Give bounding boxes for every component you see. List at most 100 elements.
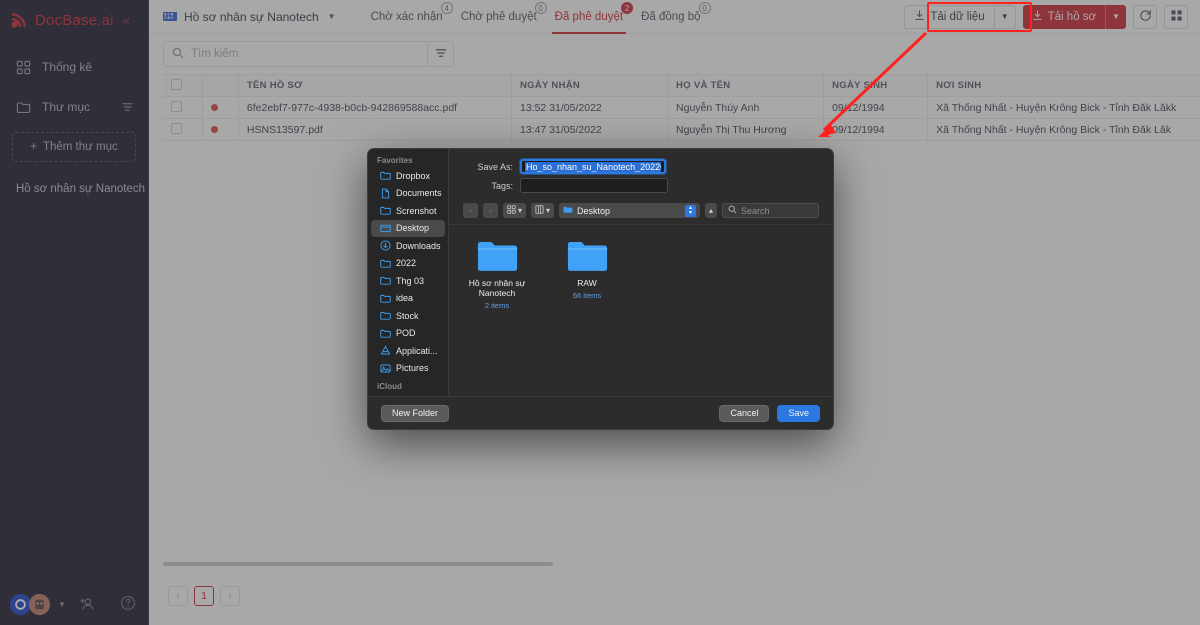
cell-ho-va-ten: Nguyễn Thị Thu Hương xyxy=(667,118,825,141)
dialog-sidebar-item-idea[interactable]: idea xyxy=(371,290,445,308)
dialog-sidebar-item-2022[interactable]: 2022 xyxy=(371,255,445,273)
avatar-primary[interactable] xyxy=(10,593,31,615)
dialog-sidebar-item-thg-03[interactable]: Thg 03 xyxy=(371,272,445,290)
download-data-main[interactable]: Tải dữ liệu xyxy=(905,6,993,28)
folder-sort-icon[interactable] xyxy=(121,101,134,114)
forward-button[interactable]: › xyxy=(483,203,498,218)
path-stepper-icon[interactable]: ▴ ▾ xyxy=(684,204,696,217)
path-dropdown[interactable]: Desktop ▴ ▾ xyxy=(559,203,700,218)
header-ho-va-ten: HỌ VÀ TÊN xyxy=(667,74,825,97)
tags-label: Tags: xyxy=(491,180,513,191)
plus-icon: + xyxy=(30,141,37,153)
pagination-next[interactable]: › xyxy=(220,586,240,606)
dialog-search-box[interactable]: Search xyxy=(722,203,819,218)
search-box[interactable] xyxy=(163,41,428,67)
favorites-heading: Favorites xyxy=(377,156,413,165)
header-select-all[interactable] xyxy=(163,74,203,97)
download-data-button[interactable]: Tải dữ liệu ▼ xyxy=(904,4,1016,29)
back-button[interactable]: ‹ xyxy=(463,203,478,218)
records-table-scroll[interactable]: TÊN HỒ SƠ NGÀY NHẬN HỌ VÀ TÊN NGÀY SINH … xyxy=(149,74,1200,141)
chevron-up-icon: ▴ xyxy=(708,206,713,215)
new-folder-button[interactable]: New Folder xyxy=(381,404,450,422)
dialog-sidebar-item-downloads[interactable]: Downloads xyxy=(371,237,445,255)
records-table: TÊN HỒ SƠ NGÀY NHẬN HỌ VÀ TÊN NGÀY SINH … xyxy=(163,74,1200,141)
folder-list-item-nanotech[interactable]: Hồ sơ nhân sự Nanotech xyxy=(0,178,148,200)
sidebar-item-thong-ke[interactable]: Thống kê xyxy=(0,50,148,84)
icloud-heading: iCloud xyxy=(377,382,402,391)
expand-button[interactable]: ▴ xyxy=(704,203,717,218)
tab-label: Chờ xác nhận xyxy=(370,10,443,23)
download-files-main[interactable]: Tải hồ sơ xyxy=(1023,5,1105,29)
sidebar-item-label: Downloads xyxy=(396,240,441,251)
pagination-page-1[interactable]: 1 xyxy=(194,586,214,606)
row-status-dot-cell xyxy=(202,96,239,119)
file-item-raw[interactable]: RAW 66 items xyxy=(553,239,621,300)
header-ngay-nhan: NGÀY NHẬN xyxy=(511,74,669,97)
add-user-icon[interactable] xyxy=(79,596,95,612)
sidebar-collapse-icon[interactable]: « xyxy=(123,13,130,28)
document-icon xyxy=(380,188,391,199)
save-button[interactable]: Save xyxy=(777,404,820,422)
folder-icon xyxy=(380,310,391,321)
download-files-caret[interactable]: ▼ xyxy=(1105,4,1126,29)
dialog-sidebar-item-pod[interactable]: POD xyxy=(371,325,445,343)
avatar-secondary[interactable] xyxy=(29,593,50,615)
sidebar-item-label: Dropbox xyxy=(396,170,431,181)
dialog-sidebar-item-stock[interactable]: Stock xyxy=(371,307,445,325)
workspace-icon xyxy=(163,11,177,22)
help-icon[interactable] xyxy=(120,595,136,614)
search-input[interactable] xyxy=(191,48,419,60)
header-ngay-sinh: NGÀY SINH xyxy=(823,74,929,97)
file-item-ho-so-nhan-su-nanotech[interactable]: Hồ sơ nhân sự Nanotech 2 items xyxy=(463,239,531,310)
search-row xyxy=(149,34,1200,74)
dialog-sidebar-item-dropbox[interactable]: Dropbox xyxy=(371,167,445,185)
add-folder-button[interactable]: + Thêm thư mục xyxy=(12,132,136,162)
tags-input[interactable] xyxy=(520,178,668,193)
row-checkbox-cell[interactable] xyxy=(163,118,203,141)
save-file-dialog[interactable]: Favorites Dropbox Documents Screnshot De… xyxy=(367,148,834,430)
download-data-caret[interactable]: ▼ xyxy=(993,5,1015,28)
dialog-sidebar-item-documents[interactable]: Documents xyxy=(371,185,445,203)
tab-badge: 0 xyxy=(698,1,711,14)
sidebar-item-label: Thư mục xyxy=(42,100,91,114)
stepper-down: ▾ xyxy=(688,209,692,216)
filename-input[interactable]: Ho_so_nhan_su_Nanotech_202206 xyxy=(520,159,666,174)
search-icon xyxy=(728,205,737,216)
row-checkbox[interactable] xyxy=(171,122,182,134)
tab-da-phe-duyet[interactable]: Đã phê duyệt 2 xyxy=(546,0,634,34)
row-checkbox-cell[interactable] xyxy=(163,96,203,119)
dialog-file-grid[interactable]: Hồ sơ nhân sự Nanotech 2 items RAW 66 it… xyxy=(449,224,833,396)
workspace-selector[interactable]: Hồ sơ nhân sự Nanotech ▼ xyxy=(163,10,340,24)
tab-cho-xac-nhan[interactable]: Chờ xác nhận 4 xyxy=(362,0,453,34)
cancel-button[interactable]: Cancel xyxy=(719,404,770,422)
sidebar-item-label: Desktop xyxy=(396,223,430,234)
grid-view-button[interactable] xyxy=(1164,4,1188,29)
pagination-prev[interactable]: ‹ xyxy=(168,586,188,606)
dialog-sidebar-item-pictures[interactable]: Pictures xyxy=(371,360,445,378)
tab-label: Chờ phê duyệt xyxy=(460,10,537,23)
group-by-button[interactable]: ▾ xyxy=(531,203,555,218)
icon-view-button[interactable]: ▾ xyxy=(503,203,527,218)
folder-icon xyxy=(477,239,518,275)
horizontal-scrollbar[interactable] xyxy=(163,562,553,566)
row-checkbox[interactable] xyxy=(171,100,182,112)
filter-button[interactable] xyxy=(428,41,454,67)
select-all-checkbox[interactable] xyxy=(171,78,182,90)
cell-ngay-sinh: 09/12/1994 xyxy=(823,118,929,141)
folder-icon xyxy=(380,205,391,216)
refresh-button[interactable] xyxy=(1133,4,1157,29)
dialog-sidebar-item-desktop[interactable]: Desktop xyxy=(371,219,445,237)
avatar-dropdown-icon[interactable]: ▼ xyxy=(58,600,66,609)
tab-label: Đã đồng bộ xyxy=(641,10,701,23)
tab-da-dong-bo[interactable]: Đã đồng bộ 0 xyxy=(632,0,711,34)
table-row[interactable]: 6fe2ebf7-977c-4938-b0cb-942869588acc.pdf… xyxy=(163,96,1200,119)
download-files-button[interactable]: Tải hồ sơ ▼ xyxy=(1022,4,1126,29)
status-dot-icon xyxy=(210,103,218,111)
sidebar-item-thu-muc[interactable]: Thư mục xyxy=(0,90,148,124)
tab-cho-phe-duyet[interactable]: Chờ phê duyệt 0 xyxy=(452,0,547,34)
filename-value: Ho_so_nhan_su_Nanotech_202206 xyxy=(525,161,661,172)
table-row[interactable]: HSNS13597.pdf 13:47 31/05/2022 Nguyễn Th… xyxy=(163,118,1200,141)
dialog-sidebar-item-applications[interactable]: Applicati... xyxy=(371,342,445,360)
dialog-sidebar-item-screnshot[interactable]: Screnshot xyxy=(371,202,445,220)
